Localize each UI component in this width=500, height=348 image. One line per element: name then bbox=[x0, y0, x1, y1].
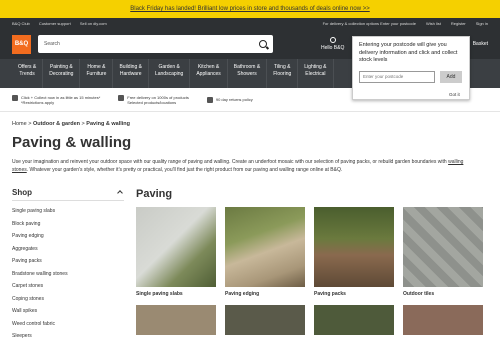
nav-bathroom[interactable]: Bathroom & Showers bbox=[228, 59, 268, 88]
sidebar-item[interactable]: Paving edging bbox=[12, 230, 124, 243]
util-link-support[interactable]: Customer support bbox=[39, 21, 71, 26]
add-button[interactable]: Add bbox=[440, 70, 462, 83]
search-input[interactable]: Search bbox=[38, 35, 273, 53]
search-icon[interactable] bbox=[259, 40, 267, 48]
store-icon bbox=[12, 94, 18, 101]
nav-home[interactable]: Home & Furniture bbox=[80, 59, 114, 88]
truck-icon bbox=[118, 94, 125, 101]
nav-garden[interactable]: Garden & Landscaping bbox=[149, 59, 191, 88]
outdoor-tiles-image bbox=[403, 207, 483, 287]
sidebar: Shop Single paving slabs Block paving Pa… bbox=[0, 188, 124, 343]
popup-message: Entering your postcode will give you del… bbox=[359, 42, 458, 63]
returns-info[interactable]: 90 day returns policy bbox=[206, 96, 253, 103]
intro-text: Use your imagination and reinvent your o… bbox=[12, 159, 464, 173]
category-image[interactable] bbox=[403, 305, 483, 335]
sidebar-item[interactable]: Block paving bbox=[12, 218, 124, 231]
sidebar-item[interactable]: Carpet stones bbox=[12, 280, 124, 293]
breadcrumb-current: Paving & walling bbox=[86, 121, 130, 127]
nav-lighting[interactable]: Lighting & Electrical bbox=[298, 59, 334, 88]
wishlist-link[interactable]: Wish list bbox=[426, 21, 441, 26]
returns-icon bbox=[206, 96, 213, 103]
util-link-sell[interactable]: Sell on diy.com bbox=[80, 21, 107, 26]
nav-offers[interactable]: Offers & Trends bbox=[12, 59, 44, 88]
sidebar-item[interactable]: Bradstone walling stones bbox=[12, 268, 124, 281]
category-card[interactable]: Paving packs bbox=[314, 207, 394, 297]
logo[interactable]: B&Q bbox=[12, 34, 31, 54]
sidebar-item[interactable]: Weed control fabric bbox=[12, 318, 124, 331]
page-title: Paving & walling bbox=[12, 134, 132, 151]
user-icon bbox=[329, 37, 336, 43]
utility-bar: B&Q Club Customer support Sell on diy.co… bbox=[0, 18, 500, 29]
util-link-club[interactable]: B&Q Club bbox=[12, 21, 30, 26]
promo-text[interactable]: Black Friday has landed! Brilliant low p… bbox=[130, 6, 369, 12]
sidebar-item[interactable]: Wall spikes bbox=[12, 305, 124, 318]
category-content: Paving Single paving slabs Paving edging… bbox=[124, 188, 500, 343]
basket-button[interactable]: Basket bbox=[473, 41, 488, 47]
paving-packs-image bbox=[314, 207, 394, 287]
sidebar-item[interactable]: Aggregates bbox=[12, 243, 124, 256]
paving-slabs-image bbox=[136, 207, 216, 287]
postcode-link[interactable]: For delivery & collection options Enter … bbox=[323, 21, 416, 26]
category-card[interactable]: Paving edging bbox=[225, 207, 305, 297]
paving-edging-image bbox=[225, 207, 305, 287]
got-it-link[interactable]: Got it bbox=[449, 92, 460, 97]
sidebar-item[interactable]: Coping stones bbox=[12, 293, 124, 306]
promo-banner[interactable]: Black Friday has landed! Brilliant low p… bbox=[0, 0, 500, 18]
category-image[interactable] bbox=[314, 305, 394, 335]
postcode-input[interactable] bbox=[359, 70, 435, 83]
click-collect-info[interactable]: Click + Collect now in as little as 15 m… bbox=[12, 94, 100, 105]
nav-painting[interactable]: Painting & Decorating bbox=[43, 59, 81, 88]
delivery-info[interactable]: Free delivery on 1000s of products Select… bbox=[118, 94, 189, 105]
category-image[interactable] bbox=[136, 305, 216, 335]
account-button[interactable]: Hello B&Q bbox=[321, 37, 344, 51]
breadcrumb: Home > Outdoor & garden > Paving & walli… bbox=[12, 121, 130, 127]
category-card[interactable]: Outdoor tiles bbox=[403, 207, 483, 297]
nav-kitchen[interactable]: Kitchen & Appliances bbox=[190, 59, 228, 88]
sidebar-heading[interactable]: Shop bbox=[12, 188, 124, 201]
postcode-popup: Entering your postcode will give you del… bbox=[352, 36, 470, 100]
breadcrumb-home[interactable]: Home bbox=[12, 121, 27, 127]
nav-building[interactable]: Building & Hardware bbox=[113, 59, 149, 88]
category-image[interactable] bbox=[225, 305, 305, 335]
category-card[interactable]: Single paving slabs bbox=[136, 207, 216, 297]
register-link[interactable]: Register bbox=[451, 21, 466, 26]
section-title: Paving bbox=[136, 188, 173, 200]
sidebar-item[interactable]: Sleepers bbox=[12, 330, 124, 343]
sidebar-item[interactable]: Single paving slabs bbox=[12, 205, 124, 218]
sidebar-item[interactable]: Paving packs bbox=[12, 255, 124, 268]
signin-link[interactable]: Sign in bbox=[476, 21, 488, 26]
nav-tiling[interactable]: Tiling & Flooring bbox=[267, 59, 299, 88]
hello-label: Hello B&Q bbox=[321, 45, 345, 51]
search-placeholder: Search bbox=[44, 41, 60, 47]
chevron-up-icon bbox=[117, 190, 123, 196]
breadcrumb-outdoor[interactable]: Outdoor & garden bbox=[33, 121, 80, 127]
